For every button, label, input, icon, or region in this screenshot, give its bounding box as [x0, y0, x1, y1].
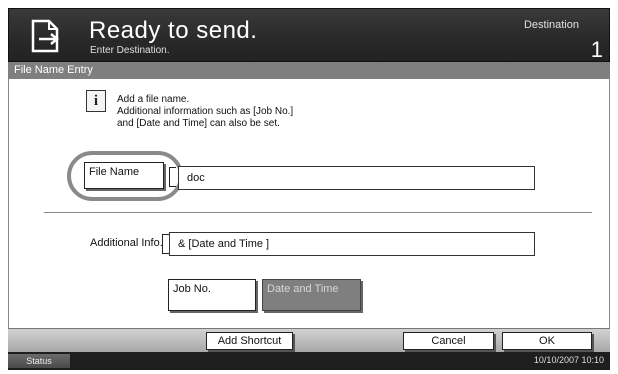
panel-title: File Name Entry — [8, 62, 610, 79]
info-message: Add a file name. Additional information … — [117, 94, 417, 130]
status-bar: Status 10/10/2007 10:10 — [8, 352, 610, 370]
section-divider — [44, 212, 592, 213]
send-document-icon — [31, 19, 59, 53]
additional-info-label: Additional Info. — [90, 237, 163, 249]
date-and-time-button[interactable]: Date and Time — [262, 279, 361, 311]
destination-label: Destination — [523, 19, 579, 31]
file-name-bracket — [169, 167, 176, 187]
add-shortcut-button[interactable]: Add Shortcut — [206, 332, 293, 350]
info-line-1: Add a file name. — [117, 94, 190, 105]
cancel-button[interactable]: Cancel — [403, 332, 494, 350]
file-name-field[interactable]: doc — [178, 166, 535, 190]
additional-info-field[interactable]: & [Date and Time ] — [169, 232, 535, 256]
ok-button[interactable]: OK — [502, 332, 592, 350]
footer-bar: Add Shortcut Cancel OK — [8, 328, 610, 352]
page-subtitle: Enter Destination. — [90, 45, 170, 56]
send-screen: Ready to send. Enter Destination. Destin… — [0, 0, 618, 374]
job-no-button[interactable]: Job No. — [168, 279, 256, 311]
info-icon: i — [86, 90, 106, 112]
info-line-3: and [Date and Time] can also be set. — [117, 118, 280, 129]
page-title: Ready to send. — [89, 17, 258, 44]
status-button[interactable]: Status — [8, 354, 70, 368]
info-line-2: Additional information such as [Job No.] — [117, 106, 294, 117]
additional-info-bracket — [162, 234, 169, 254]
file-name-button[interactable]: File Name — [84, 162, 164, 189]
destination-count: 1 — [590, 37, 603, 62]
status-datetime: 10/10/2007 10:10 — [533, 355, 604, 365]
header-bar: Ready to send. Enter Destination. Destin… — [8, 8, 610, 62]
